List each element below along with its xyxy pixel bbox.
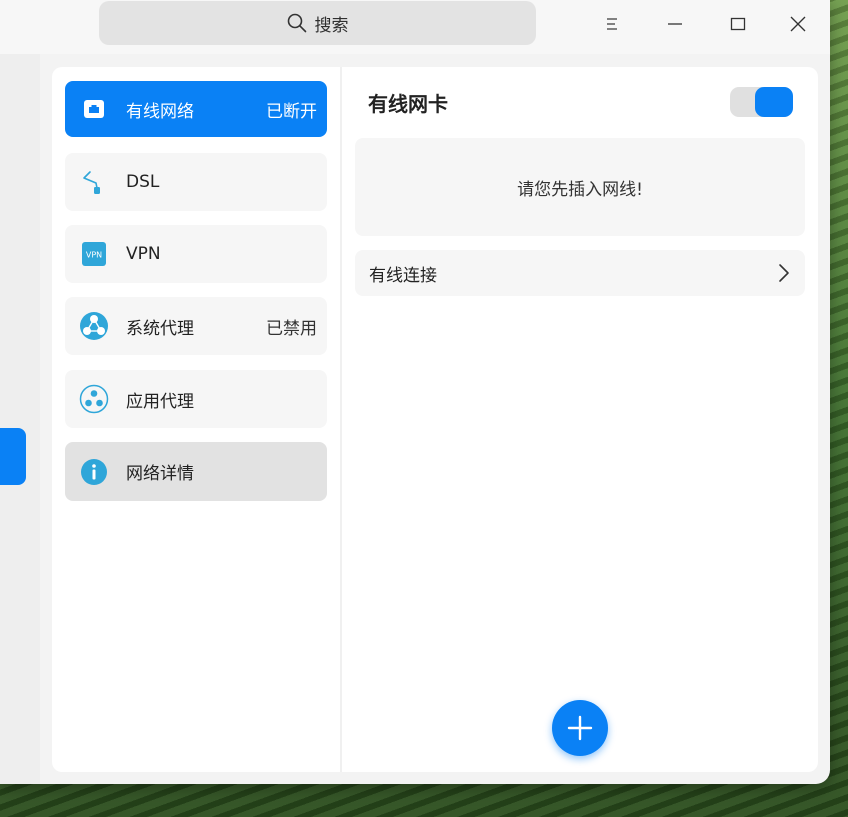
sidebar-item-label: DSL bbox=[126, 172, 160, 192]
wired-network-icon bbox=[79, 94, 109, 124]
sidebar-item-label: VPN bbox=[126, 244, 161, 264]
add-connection-button[interactable] bbox=[552, 700, 608, 756]
sidebar-item-dsl[interactable]: DSL bbox=[65, 153, 327, 211]
sidebar-item-status: 已禁用 bbox=[266, 318, 317, 339]
titlebar: 搜索 bbox=[0, 0, 830, 54]
minimize-button[interactable] bbox=[655, 8, 695, 40]
close-button[interactable] bbox=[778, 8, 818, 40]
sidebar-item-status: 已断开 bbox=[266, 101, 317, 122]
sidebar-item-vpn[interactable]: VPN VPN bbox=[65, 225, 327, 283]
page-title: 有线网卡 bbox=[368, 92, 448, 116]
status-message-box: 请您先插入网线! bbox=[355, 138, 805, 236]
wired-adapter-toggle[interactable] bbox=[730, 87, 793, 117]
navigation-strip-selected-indicator[interactable] bbox=[0, 428, 26, 485]
search-icon bbox=[287, 13, 306, 33]
sidebar-item-label: 应用代理 bbox=[126, 391, 194, 412]
sidebar-item-network-details[interactable]: 网络详情 bbox=[65, 442, 327, 501]
sidebar-item-app-proxy[interactable]: 应用代理 bbox=[65, 370, 327, 428]
plus-icon bbox=[567, 715, 593, 741]
chevron-right-icon bbox=[779, 264, 789, 282]
sidebar-item-label: 系统代理 bbox=[126, 318, 194, 339]
system-proxy-icon bbox=[79, 311, 109, 341]
sidebar-item-label: 网络详情 bbox=[126, 464, 194, 484]
toggle-knob bbox=[755, 87, 793, 117]
navigation-strip bbox=[0, 54, 40, 784]
sidebar-item-label: 有线网络 bbox=[126, 101, 194, 122]
vpn-icon: VPN bbox=[79, 239, 109, 269]
sidebar-item-system-proxy[interactable]: 系统代理 已禁用 bbox=[65, 297, 327, 355]
app-proxy-icon bbox=[79, 384, 109, 414]
panel-divider bbox=[340, 67, 342, 772]
maximize-button[interactable] bbox=[718, 8, 758, 40]
vpn-icon-text: VPN bbox=[86, 251, 102, 260]
close-icon bbox=[790, 16, 806, 32]
minimize-icon bbox=[668, 23, 682, 25]
sidebar-item-wired-network[interactable]: 有线网络 已断开 bbox=[65, 81, 327, 137]
status-message: 请您先插入网线! bbox=[517, 179, 643, 200]
menu-icon bbox=[607, 18, 617, 30]
dsl-icon bbox=[79, 167, 109, 197]
wired-connection-row[interactable]: 有线连接 bbox=[355, 250, 805, 296]
menu-button[interactable] bbox=[592, 8, 632, 40]
search-box[interactable]: 搜索 bbox=[99, 1, 536, 45]
search-label: 搜索 bbox=[314, 15, 349, 36]
wired-connection-label: 有线连接 bbox=[369, 265, 437, 286]
maximize-icon bbox=[730, 17, 746, 31]
info-icon bbox=[79, 457, 109, 487]
network-settings-window: 搜索 有线网络 已断开 DSL VPN VPN 系统代理 已禁用 应用代理 网络… bbox=[0, 0, 830, 784]
